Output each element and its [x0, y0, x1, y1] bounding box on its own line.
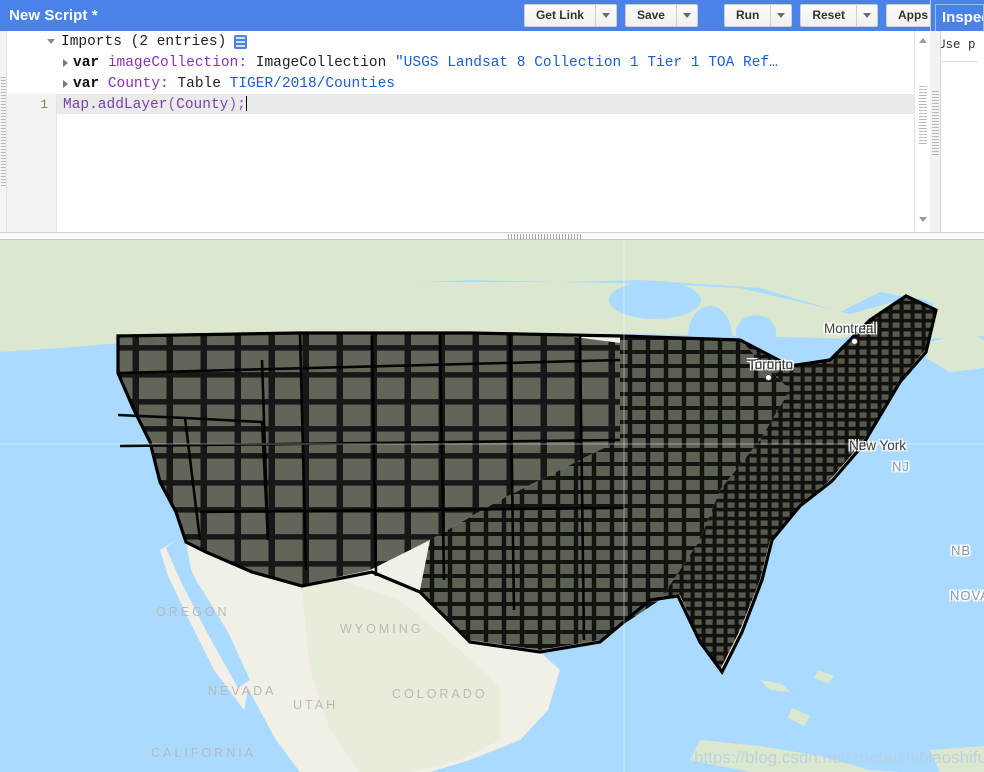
- import-keyword: var: [73, 75, 100, 92]
- line-number-gutter: 1: [7, 94, 57, 232]
- import-keyword: var: [73, 54, 100, 71]
- chevron-down-icon: [601, 13, 610, 18]
- code-token-open-paren: (: [167, 97, 177, 113]
- imports-header[interactable]: Imports (2 entries): [7, 31, 914, 52]
- imports-title: Imports (2 entries): [61, 33, 227, 50]
- code-token-close-paren: ): [228, 97, 238, 113]
- editor-map-splitter[interactable]: [0, 232, 984, 240]
- import-value: "USGS Landsat 8 Collection 1 Tier 1 TOA …: [394, 54, 778, 71]
- chevron-down-icon: [682, 13, 691, 18]
- get-link-dropdown[interactable]: [594, 4, 617, 27]
- inspector-divider: [937, 61, 978, 62]
- scrollbar-grip-icon[interactable]: [919, 86, 927, 146]
- tab-inspector[interactable]: Inspec: [935, 4, 984, 31]
- city-dot-toronto: [765, 374, 772, 381]
- save-button[interactable]: Save: [624, 4, 676, 27]
- scroll-up-icon[interactable]: [919, 38, 927, 43]
- code-area[interactable]: 1 Map.addLayer(County);: [7, 94, 914, 232]
- run-dropdown[interactable]: [770, 4, 793, 27]
- chevron-down-icon[interactable]: [47, 39, 55, 44]
- lake-superior: [609, 281, 701, 319]
- code-token-argument: County: [176, 97, 229, 113]
- import-row-imagecollection[interactable]: var imageCollection: ImageCollection "US…: [7, 52, 914, 73]
- code-token-semicolon: ;: [237, 97, 246, 113]
- editor-vertical-scrollbar[interactable]: [914, 31, 930, 232]
- inspector-tabbar: Inspec: [931, 0, 984, 31]
- chevron-down-icon: [863, 13, 871, 18]
- chevron-right-icon[interactable]: [63, 79, 68, 88]
- scroll-down-icon[interactable]: [919, 217, 927, 222]
- editor-left-resize-grip[interactable]: [0, 31, 7, 232]
- chevron-right-icon[interactable]: [63, 58, 68, 67]
- grip-dots-icon: [508, 234, 582, 239]
- reset-button[interactable]: Reset: [800, 4, 856, 27]
- get-link-button[interactable]: Get Link: [523, 4, 595, 27]
- city-dot-montreal: [851, 338, 858, 345]
- code-token-object: Map: [63, 97, 90, 113]
- import-variable-name: County:: [107, 75, 169, 92]
- reset-dropdown[interactable]: [856, 4, 878, 27]
- import-variable-name: imageCollection:: [107, 54, 248, 71]
- run-group: Run: [723, 4, 793, 27]
- run-button[interactable]: Run: [723, 4, 771, 27]
- import-row-county[interactable]: var County: Table TIGER/2018/Counties: [7, 73, 914, 94]
- editor-inspector-splitter[interactable]: [930, 31, 941, 232]
- chevron-down-icon: [777, 13, 786, 18]
- grip-dots-icon: [1, 77, 6, 187]
- get-link-group: Get Link: [523, 4, 617, 27]
- reset-group: Reset: [800, 4, 878, 27]
- line-number: 1: [40, 97, 48, 112]
- code-line-1[interactable]: Map.addLayer(County);: [63, 96, 247, 113]
- import-value: TIGER/2018/Counties: [229, 75, 395, 92]
- grip-dots-icon: [932, 91, 939, 157]
- imports-list-icon[interactable]: [234, 34, 248, 49]
- import-type: Table: [177, 75, 221, 92]
- code-editor-region: Imports (2 entries) var imageCollection:…: [0, 31, 930, 232]
- imports-section: Imports (2 entries) var imageCollection:…: [7, 31, 914, 94]
- save-dropdown[interactable]: [675, 4, 698, 27]
- text-cursor: [245, 96, 247, 111]
- map-viewport[interactable]: Montreal Toronto New York Tijuana Guadal…: [0, 240, 984, 772]
- code-token-method: .addLayer: [89, 97, 168, 113]
- import-type: ImageCollection: [255, 54, 387, 71]
- script-title: New Script *: [9, 7, 98, 24]
- top-toolbar: New Script * Get Link Save Run Reset App…: [0, 0, 984, 31]
- map-canvas: [0, 240, 984, 772]
- save-group: Save: [624, 4, 698, 27]
